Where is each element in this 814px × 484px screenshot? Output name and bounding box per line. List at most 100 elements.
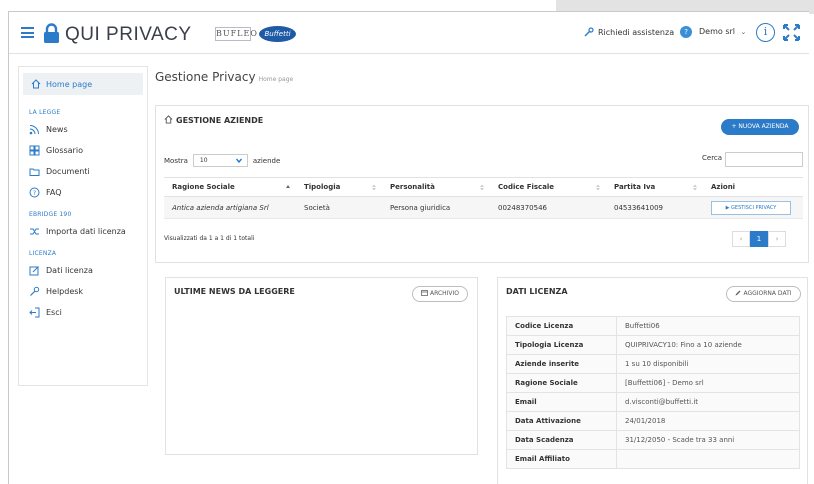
sort-icon — [693, 184, 697, 191]
column-header: Azioni — [703, 177, 803, 197]
new-company-button[interactable]: + NUOVA AZIENDA — [721, 119, 799, 135]
column-header[interactable]: Personalità — [382, 177, 490, 197]
pagination-prev[interactable]: ‹ — [732, 231, 750, 247]
table-row: Codice Licenza Buffetti06 — [506, 316, 800, 336]
page-title-text: Gestione Privacy — [155, 70, 256, 84]
license-key: Tipologia Licenza — [506, 335, 617, 355]
sidebar-item-importa[interactable]: Importa dati licenza — [19, 221, 147, 242]
breadcrumb[interactable]: Home page — [259, 76, 294, 83]
cell-codice-fiscale: 00248370546 — [490, 196, 606, 219]
company-name: Demo srl — [699, 27, 735, 36]
news-title: ULTIME NEWS DA LEGGERE — [174, 287, 295, 296]
table-header-row: Ragione Sociale Tipologia Personalità Co… — [164, 177, 803, 197]
show-label: Mostra — [164, 156, 188, 165]
info-icon[interactable]: i — [756, 23, 775, 42]
fullscreen-icon[interactable] — [782, 23, 801, 42]
pagination: ‹ 1 › — [732, 231, 786, 247]
archive-button-label: ARCHIVIO — [429, 290, 460, 297]
archive-icon — [421, 290, 428, 296]
license-card: DATI LICENZA AGGIORNA DATI Codice Licenz… — [497, 277, 808, 484]
show-suffix: aziende — [252, 156, 281, 165]
page-size-select[interactable]: 10 — [192, 154, 248, 167]
news-card: ULTIME NEWS DA LEGGERE ARCHIVIO — [165, 277, 478, 455]
table-row: Tipologia Licenza QUIPRIVACY10: Fino a 10… — [506, 335, 800, 355]
update-button-label: AGGIORNA DATI — [743, 290, 792, 297]
cell-personalita: Persona giuridica — [382, 196, 490, 219]
cell-partita-iva: 04533641009 — [606, 196, 703, 219]
table-row: Antica azienda artigiana Srl Società Per… — [164, 196, 803, 219]
lock-icon — [44, 23, 59, 43]
sort-asc-icon — [286, 185, 290, 188]
rss-icon — [29, 125, 39, 135]
sidebar-item-home[interactable]: Home page — [23, 73, 143, 95]
sidebar-item-dati-licenza[interactable]: Dati licenza — [19, 260, 147, 281]
license-value: 31/12/2050 - Scade tra 33 anni — [616, 430, 800, 450]
manage-privacy-button[interactable]: ▶ GESTISCI PRIVACY — [711, 200, 791, 215]
pencil-icon — [735, 290, 741, 296]
assist-link[interactable]: Richiedi assistenza ? — [584, 26, 693, 38]
search-input[interactable] — [725, 152, 803, 167]
sidebar-item-label: Home page — [46, 79, 93, 89]
update-data-button[interactable]: AGGIORNA DATI — [726, 286, 801, 302]
sidebar-item-helpdesk[interactable]: Helpdesk — [19, 281, 147, 302]
home-icon — [31, 79, 41, 89]
edit-icon — [29, 266, 39, 276]
archive-button[interactable]: ARCHIVIO — [412, 286, 468, 302]
chevron-down-icon — [235, 158, 242, 163]
pagination-page[interactable]: 1 — [750, 231, 768, 247]
grid-icon — [29, 145, 40, 156]
wrench-icon — [30, 286, 40, 296]
cell-azioni: ▶ GESTISCI PRIVACY — [703, 196, 803, 219]
license-key: Codice Licenza — [506, 316, 617, 336]
sidebar-item-label: News — [46, 125, 68, 134]
license-key: Ragione Sociale — [506, 373, 617, 393]
sidebar-item-label: Documenti — [46, 167, 90, 176]
sidebar-item-label: Dati licenza — [46, 266, 93, 275]
license-value: 24/01/2018 — [616, 411, 800, 431]
license-value: 1 su 10 disponibili — [616, 354, 800, 374]
license-value: QUIPRIVACY10: Fino a 10 aziende — [616, 335, 800, 355]
hamburger-menu-icon[interactable] — [21, 27, 34, 38]
chevron-down-icon: ⌄ — [740, 28, 747, 36]
license-title: DATI LICENZA — [506, 287, 568, 296]
assist-label: Richiedi assistenza — [598, 27, 675, 37]
assist-badge: ? — [680, 26, 693, 38]
sidebar-section-title: LA LEGGE — [29, 109, 61, 116]
license-key: Data Attivazione — [506, 411, 617, 431]
sidebar-item-faq[interactable]: ? FAQ — [19, 182, 147, 203]
partner-logo: BUFLEO — [215, 27, 257, 41]
column-header[interactable]: Partita Iva — [606, 177, 703, 197]
sidebar-item-label: Helpdesk — [46, 287, 84, 296]
sidebar-item-documenti[interactable]: Documenti — [19, 161, 147, 182]
table-row: Data Scadenza 31/12/2050 - Scade tra 33 a… — [506, 430, 800, 450]
company-select[interactable]: Demo srl ⌄ — [699, 27, 746, 36]
license-value: [Buffetti06] - Demo srl — [616, 373, 800, 393]
app-window: QUI PRIVACY BUFLEO Buffetti Richiedi ass… — [8, 11, 809, 484]
license-value: Buffetti06 — [616, 316, 800, 336]
sidebar-item-esci[interactable]: Esci — [19, 302, 147, 323]
page-title: Gestione Privacy Home page — [155, 70, 293, 84]
sidebar-item-glossario[interactable]: Glossario — [19, 140, 147, 161]
buffetti-logo: Buffetti — [259, 26, 296, 42]
column-header[interactable]: Codice Fiscale — [490, 177, 606, 197]
folder-icon — [29, 168, 40, 176]
sidebar-item-label: FAQ — [46, 188, 62, 197]
page-size-control: Mostra 10 aziende — [164, 154, 280, 167]
license-table: Codice Licenza Buffetti06 Tipologia Licen… — [506, 316, 800, 469]
aziende-title-text: GESTIONE AZIENDE — [176, 116, 264, 125]
sort-icon — [480, 184, 484, 191]
license-key: Email Affiliato — [506, 449, 617, 469]
table-row: Data Attivazione 24/01/2018 — [506, 411, 800, 431]
cell-tipologia: Società — [296, 196, 382, 219]
license-value: d.visconti@buffetti.it — [616, 392, 800, 412]
top-bar: QUI PRIVACY BUFLEO Buffetti Richiedi ass… — [9, 12, 809, 54]
sidebar-item-label: Glossario — [46, 146, 83, 155]
home-icon — [164, 115, 173, 124]
sidebar-item-news[interactable]: News — [19, 119, 147, 140]
column-header[interactable]: Tipologia — [296, 177, 382, 197]
column-header[interactable]: Ragione Sociale — [164, 177, 296, 197]
pagination-next[interactable]: › — [768, 231, 786, 247]
wrench-icon — [584, 27, 594, 37]
sort-icon — [596, 184, 600, 191]
question-icon: ? — [29, 187, 40, 198]
